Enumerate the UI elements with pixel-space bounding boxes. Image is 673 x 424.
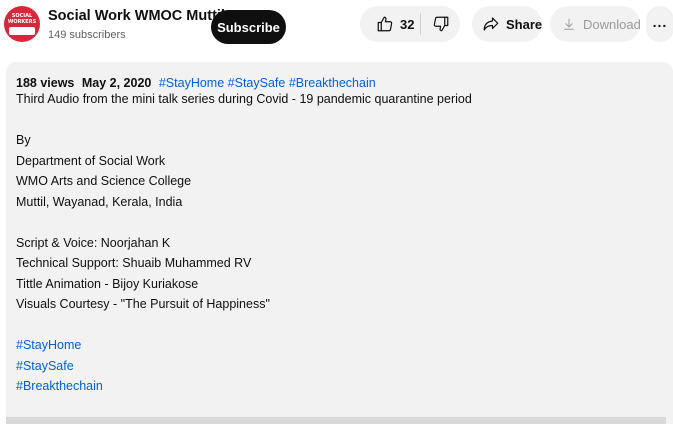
channel-action-bar: SOCIAL WORKERS Social Work WMOC Muttil 1… xyxy=(0,0,673,52)
credit-person-line: Visuals Courtesy - "The Pursuit of Happi… xyxy=(16,297,270,311)
download-label: Download xyxy=(583,16,641,32)
description-summary: Third Audio from the mini talk series du… xyxy=(16,92,472,106)
footer-hashtag-breakthechain[interactable]: #Breakthechain xyxy=(16,376,673,397)
share-button[interactable]: Share xyxy=(472,6,542,42)
by-heading: By xyxy=(16,133,31,147)
share-arrow-icon xyxy=(482,15,500,33)
dislike-button[interactable] xyxy=(421,6,460,42)
thumbs-down-icon xyxy=(432,15,450,33)
footer-hashtag-stayhome[interactable]: #StayHome xyxy=(16,335,673,356)
channel-name[interactable]: Social Work WMOC Muttil xyxy=(48,8,225,24)
description-bottom-strip xyxy=(6,417,666,424)
avatar-logo-band xyxy=(9,27,35,35)
like-count: 32 xyxy=(400,16,415,32)
footer-hashtag-staysafe[interactable]: #StaySafe xyxy=(16,356,673,377)
subscribe-button[interactable]: Subscribe xyxy=(211,10,286,44)
more-actions-button[interactable]: ... xyxy=(646,6,673,42)
meta-hashtag-stayhome[interactable]: #StayHome xyxy=(159,76,224,90)
credit-person-line: Script & Voice: Noorjahan K xyxy=(16,235,171,250)
share-label: Share xyxy=(506,16,543,32)
credit-org-line: Muttil, Wayanad, Kerala, India xyxy=(16,194,183,209)
download-button[interactable]: Download xyxy=(550,6,641,42)
more-dots-icon: ... xyxy=(652,14,668,30)
channel-avatar[interactable]: SOCIAL WORKERS xyxy=(4,6,40,42)
avatar-logo-text: SOCIAL WORKERS xyxy=(7,13,37,25)
description-box[interactable]: 188 views May 2, 2020 #StayHome #StaySaf… xyxy=(6,62,673,424)
like-dislike-group: 32 xyxy=(360,6,460,42)
download-icon xyxy=(562,16,576,32)
credit-person-line: Technical Support: Shuaib Muhammed RV xyxy=(16,256,252,270)
credit-person-line: Tittle Animation - Bijoy Kuriakose xyxy=(16,276,199,291)
credit-org-line: Department of Social Work xyxy=(16,153,166,168)
upload-date: May 2, 2020 xyxy=(81,76,152,90)
description-meta: 188 views May 2, 2020 #StayHome #StaySaf… xyxy=(16,76,673,90)
thumbs-up-icon xyxy=(376,15,394,33)
meta-hashtag-staysafe[interactable]: #StaySafe xyxy=(228,76,286,90)
credit-org-line: WMO Arts and Science College xyxy=(16,174,192,188)
subscriber-count: 149 subscribers xyxy=(48,29,126,41)
view-count: 188 views xyxy=(16,76,75,90)
like-button[interactable]: 32 xyxy=(360,6,420,42)
meta-hashtag-breakthechain[interactable]: #Breakthechain xyxy=(289,76,376,90)
